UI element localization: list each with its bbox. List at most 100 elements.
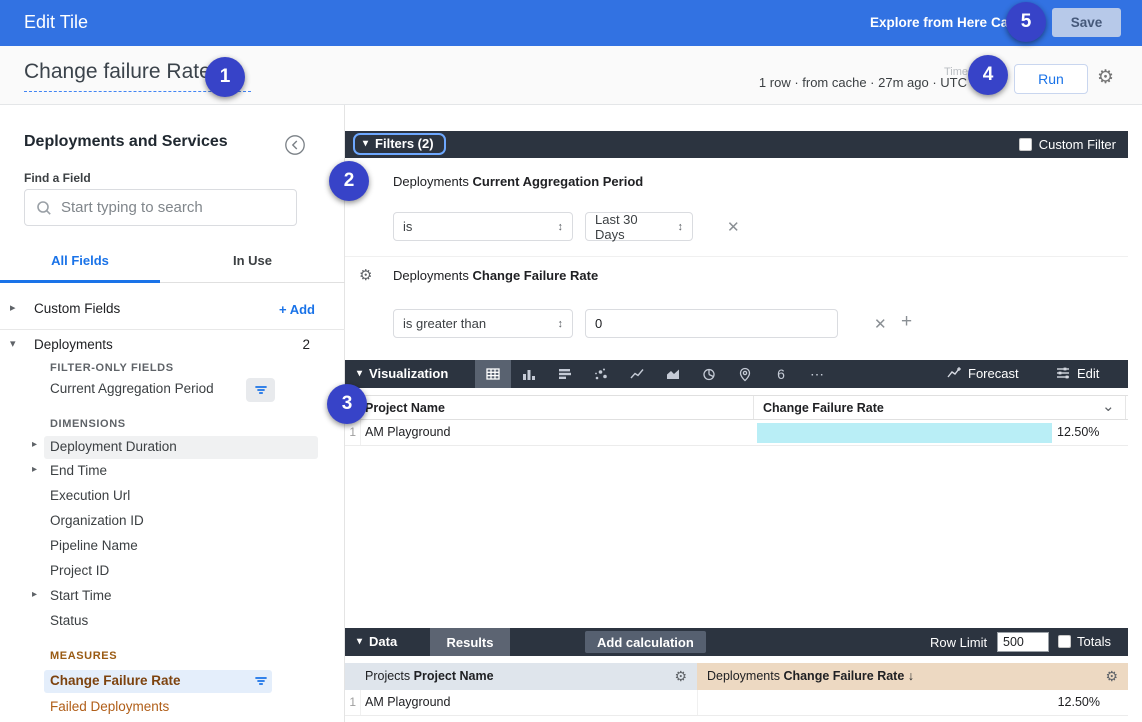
column-menu-chevron-down-icon[interactable]: ⌄ (1102, 397, 1115, 415)
column-divider (697, 690, 698, 715)
custom-fields-label: Custom Fields (34, 301, 120, 316)
filter-active-icon[interactable] (246, 378, 275, 402)
viz-bar-icon[interactable] (547, 360, 583, 388)
field-execution-url[interactable]: Execution Url (0, 488, 345, 513)
timezone-value[interactable]: UTC (940, 75, 967, 90)
search-input[interactable] (61, 199, 286, 216)
column-gear-icon[interactable]: ⚙ (674, 668, 687, 685)
viz-table-icon[interactable] (475, 360, 511, 388)
add-custom-field-button[interactable]: + Add (279, 302, 315, 317)
custom-filter-checkbox[interactable] (1019, 138, 1032, 151)
divider (0, 329, 345, 330)
field-start-time[interactable]: ▸ Start Time (0, 588, 345, 613)
filter-value: Last 30 Days (595, 212, 670, 242)
column-divider (360, 690, 361, 715)
field-label[interactable]: Pipeline Name (50, 538, 138, 553)
field-label[interactable]: Current Aggregation Period (50, 381, 214, 396)
results-tab[interactable]: Results (430, 628, 510, 656)
field-deployment-duration[interactable]: ▸ Deployment Duration (0, 438, 345, 463)
viz-single-value-icon[interactable]: 6 (763, 360, 799, 388)
field-label[interactable]: Execution Url (50, 488, 130, 503)
filter-active-icon[interactable] (246, 669, 275, 693)
row-limit-input[interactable] (997, 632, 1049, 652)
forecast-label: Forecast (968, 366, 1019, 381)
field-failed-deployments[interactable]: Failed Deployments (0, 699, 345, 722)
save-button[interactable]: Save (1052, 8, 1121, 37)
filters-toggle[interactable]: ▾ Filters (2) (353, 133, 446, 155)
caret-right-icon[interactable]: ▸ (32, 439, 37, 450)
field-label[interactable]: Start Time (50, 588, 112, 603)
remove-filter-icon[interactable]: ✕ (874, 315, 887, 333)
caret-right-icon[interactable]: ▸ (32, 589, 37, 600)
select-arrows-icon: ↕ (550, 221, 564, 233)
viz-col-project-name[interactable]: Project Name (365, 401, 445, 415)
viz-line-icon[interactable] (619, 360, 655, 388)
viz-column-icon[interactable] (511, 360, 547, 388)
viz-col-change-failure-rate[interactable]: Change Failure Rate (763, 401, 884, 415)
edit-viz-button[interactable]: Edit (1055, 365, 1099, 381)
field-project-id[interactable]: Project ID (0, 563, 345, 588)
caret-down-icon[interactable]: ▾ (10, 337, 16, 350)
data-col-project-name[interactable]: Projects Project Name ⚙ (345, 663, 697, 690)
data-col-change-failure-rate[interactable]: Deployments Change Failure Rate ↓ ⚙ (697, 663, 1128, 690)
viz-map-icon[interactable] (727, 360, 763, 388)
field-status[interactable]: Status (0, 613, 345, 638)
filter-value-select[interactable]: Last 30 Days ↕ (585, 212, 693, 241)
data-toggle[interactable]: ▾ Data (357, 634, 397, 649)
project-name-cell[interactable]: AM Playground (365, 695, 450, 709)
filter-operator-select[interactable]: is ↕ (393, 212, 573, 241)
custom-fields-row[interactable]: ▸ Custom Fields + Add (0, 299, 345, 325)
column-gear-icon[interactable]: ⚙ (1105, 668, 1118, 685)
totals-toggle[interactable]: Totals (1058, 634, 1111, 649)
field-end-time[interactable]: ▸ End Time (0, 463, 345, 488)
find-a-field-label: Find a Field (24, 171, 91, 185)
caret-right-icon[interactable]: ▸ (10, 301, 16, 314)
visualization-toggle[interactable]: ▾ Visualization (357, 366, 448, 381)
tab-all-fields[interactable]: All Fields (0, 253, 160, 283)
filter-operator-select[interactable]: is greater than ↕ (393, 309, 573, 338)
explore-from-here-link[interactable]: Explore from Here (870, 15, 987, 30)
view-deployments-row[interactable]: ▾ Deployments 2 (0, 335, 345, 361)
filter-gear-icon[interactable]: ⚙ (359, 266, 372, 284)
viz-scatter-icon[interactable] (583, 360, 619, 388)
totals-checkbox[interactable] (1058, 635, 1071, 648)
field-label[interactable]: Project ID (50, 563, 109, 578)
tab-in-use[interactable]: In Use (160, 253, 345, 283)
column-divider (753, 396, 754, 419)
caret-right-icon[interactable]: ▸ (32, 464, 37, 475)
field-pipeline-name[interactable]: Pipeline Name (0, 538, 345, 563)
viz-area-icon[interactable] (655, 360, 691, 388)
field-current-aggregation-period[interactable]: Current Aggregation Period (0, 381, 345, 406)
value-cell[interactable]: 12.50% (1057, 425, 1099, 439)
viz-more-icon[interactable]: ⋯ (799, 360, 835, 388)
field-label[interactable]: Deployment Duration (50, 439, 177, 454)
filter-value-input[interactable] (585, 309, 838, 338)
field-search-box[interactable] (24, 189, 297, 226)
project-name-cell[interactable]: AM Playground (365, 425, 450, 439)
field-label[interactable]: End Time (50, 463, 107, 478)
field-organization-id[interactable]: Organization ID (0, 513, 345, 538)
field-change-failure-rate[interactable]: Change Failure Rate (0, 672, 345, 697)
value-cell[interactable]: 12.50% (1058, 695, 1100, 709)
remove-filter-icon[interactable]: ✕ (727, 218, 740, 236)
column-view-name: Projects (365, 669, 410, 683)
field-label[interactable]: Organization ID (50, 513, 144, 528)
forecast-button[interactable]: Forecast (946, 365, 1019, 381)
query-settings-gear-icon[interactable]: ⚙ (1097, 66, 1114, 89)
annotation-badge-5: 5 (1006, 2, 1046, 42)
annotation-badge-4: 4 (968, 55, 1008, 95)
edit-settings-icon (1055, 365, 1071, 381)
filter-field-label: Deployments Change Failure Rate (393, 268, 598, 283)
field-label[interactable]: Failed Deployments (50, 699, 169, 714)
custom-filter-toggle[interactable]: Custom Filter (1019, 137, 1116, 152)
collapse-sidebar-icon[interactable] (284, 134, 306, 156)
field-label[interactable]: Change Failure Rate (50, 673, 181, 688)
column-divider (360, 420, 361, 445)
add-calculation-button[interactable]: Add calculation (585, 631, 706, 653)
add-filter-icon[interactable]: + (901, 311, 912, 333)
run-button[interactable]: Run (1014, 64, 1088, 94)
viz-pie-icon[interactable] (691, 360, 727, 388)
field-label[interactable]: Status (50, 613, 88, 628)
data-table-row[interactable]: 1 AM Playground 12.50% (345, 690, 1128, 716)
viz-table-row[interactable]: 1 AM Playground 12.50% (345, 420, 1128, 446)
